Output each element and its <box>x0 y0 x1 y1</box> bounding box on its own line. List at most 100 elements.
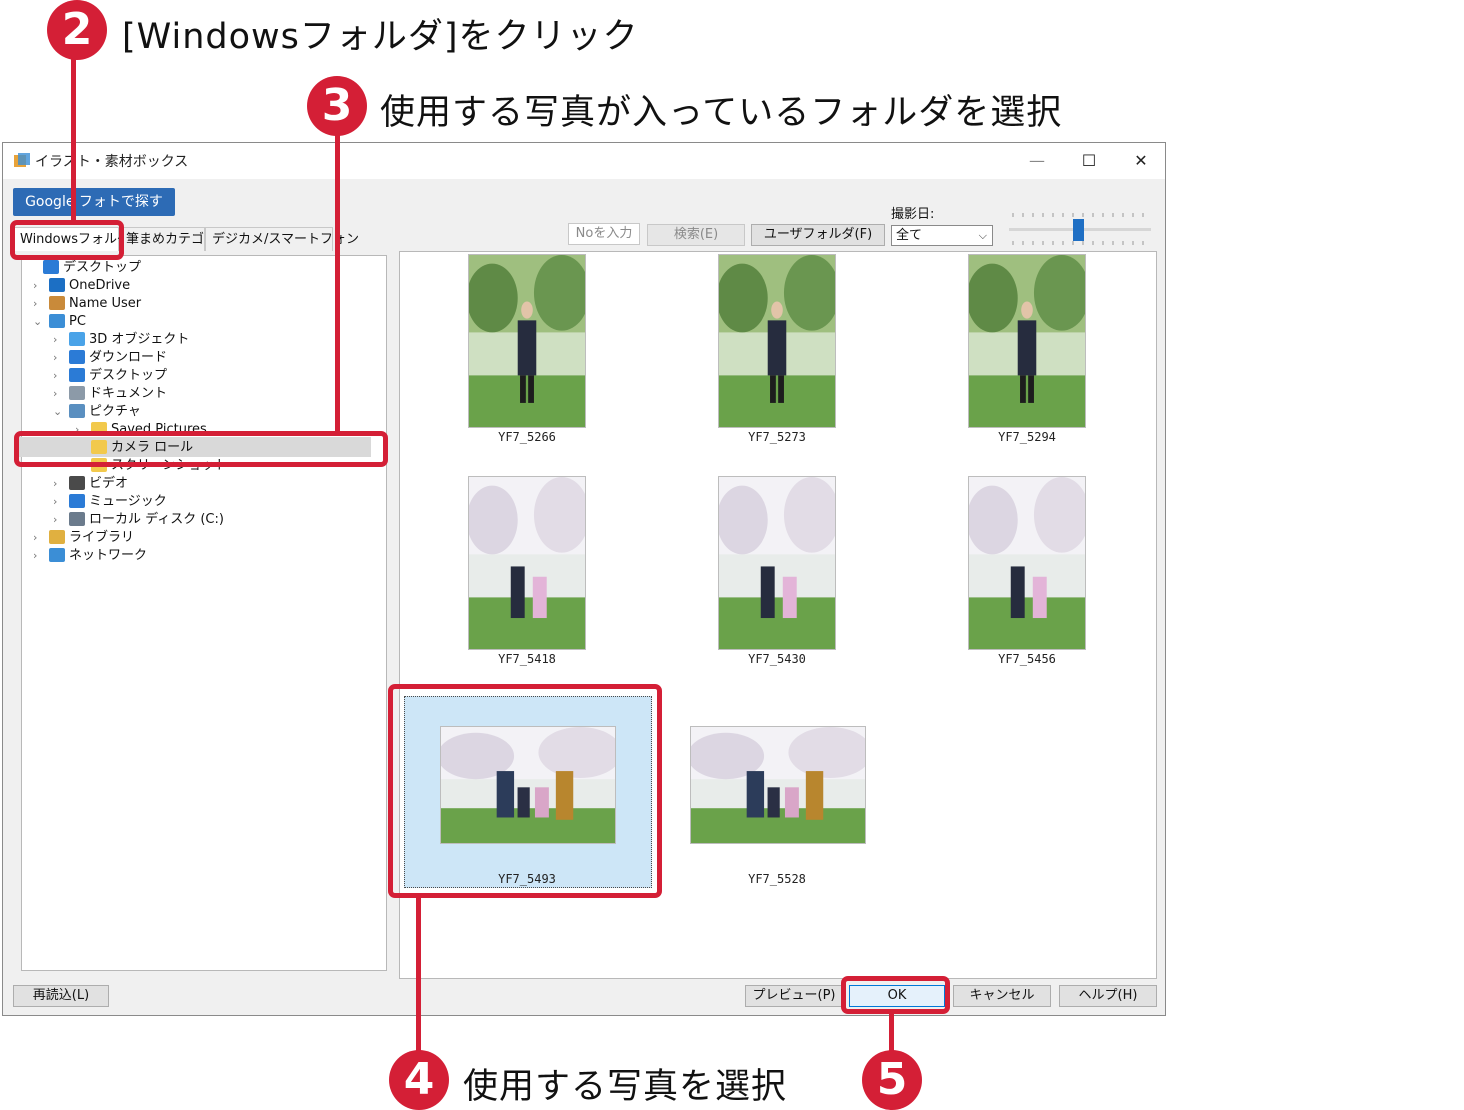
app-icon <box>14 153 30 167</box>
tree-item-label: Name User <box>69 296 142 311</box>
tree-item-label: PC <box>69 314 86 329</box>
user-icon <box>49 295 65 310</box>
step-4-leader-line <box>416 896 421 1054</box>
photo-thumbnail[interactable] <box>968 476 1086 650</box>
photo-thumbnail[interactable] <box>968 254 1086 428</box>
document-icon <box>69 385 85 400</box>
user-folder-button[interactable]: ユーザフォルダ(F) <box>751 224 885 246</box>
tree-item-label: デスクトップ <box>63 260 142 275</box>
tree-item[interactable]: › ネットワーク <box>33 547 147 565</box>
tree-item-label: ダウンロード <box>89 350 168 365</box>
tree-item[interactable]: › デスクトップ <box>53 367 167 385</box>
step-4-highlight-box <box>388 684 662 898</box>
tree-item-label: ドキュメント <box>89 386 168 401</box>
step-3-highlight-box <box>14 431 388 467</box>
chevron-right-icon[interactable]: › <box>53 385 65 403</box>
cube-icon <box>69 331 85 346</box>
tree-item-label: ピクチャ <box>89 404 141 419</box>
music-icon <box>69 493 85 508</box>
tree-item[interactable]: › ダウンロード <box>53 349 167 367</box>
photo-thumbnail[interactable] <box>690 726 866 844</box>
chevron-right-icon[interactable]: › <box>53 349 65 367</box>
shooting-date-label: 撮影日: <box>891 207 935 222</box>
desktop-icon <box>69 367 85 382</box>
pictures-icon <box>69 403 85 418</box>
cancel-button[interactable]: キャンセル <box>953 985 1051 1007</box>
chevron-right-icon[interactable]: › <box>33 295 45 313</box>
tree-item[interactable]: › ローカル ディスク (C:) <box>53 511 224 529</box>
tree-item[interactable]: › ミュージック <box>53 493 167 511</box>
step-4-text: 使用する写真を選択 <box>463 1067 788 1107</box>
library-icon <box>49 529 65 544</box>
step-3-leader-line <box>335 132 340 434</box>
tree-item-label: 3D オブジェクト <box>89 332 190 347</box>
tree-item-label: ビデオ <box>89 476 129 491</box>
disk-icon <box>69 511 85 526</box>
maximize-button[interactable]: ☐ <box>1069 147 1109 175</box>
window-title: イラスト・素材ボックス <box>35 154 189 170</box>
photo-caption: YF7_5430 <box>748 652 806 666</box>
photo-thumbnail[interactable] <box>718 254 836 428</box>
tree-item[interactable]: › ビデオ <box>53 475 128 493</box>
tree-item[interactable]: › ドキュメント <box>53 385 167 403</box>
step-2-highlight-box <box>10 220 124 260</box>
shooting-date-select[interactable]: 全て ⌵ <box>891 225 993 246</box>
chevron-down-icon[interactable]: ⌄ <box>53 403 65 421</box>
tree-item[interactable]: › OneDrive <box>33 277 130 295</box>
chevron-right-icon[interactable]: › <box>53 475 65 493</box>
chevron-right-icon[interactable]: › <box>33 277 45 295</box>
photo-caption: YF7_5294 <box>998 430 1056 444</box>
monitor-icon <box>49 313 65 328</box>
photo-thumbnail[interactable] <box>468 476 586 650</box>
tree-item[interactable]: デスクトップ <box>27 259 141 277</box>
step-2-leader-line <box>71 56 76 222</box>
chevron-right-icon[interactable]: › <box>33 529 45 547</box>
photo-caption: YF7_5266 <box>498 430 556 444</box>
search-button[interactable]: 検索(E) <box>647 224 745 246</box>
reload-button[interactable]: 再読込(L) <box>13 985 109 1007</box>
step-3-text: 使用する写真が入っているフォルダを選択 <box>380 93 1063 133</box>
title-bar: イラスト・素材ボックス — ☐ ✕ <box>3 143 1165 179</box>
chevron-down-icon[interactable]: ⌄ <box>33 313 45 331</box>
download-icon <box>69 349 85 364</box>
tree-item-label: OneDrive <box>69 278 131 293</box>
tree-item-label: ミュージック <box>89 494 167 509</box>
tree-item[interactable]: › 3D オブジェクト <box>53 331 189 349</box>
step-2-text: [Windowsフォルダ]をクリック <box>122 17 639 57</box>
tree-item-label: ネットワーク <box>69 548 148 563</box>
chevron-right-icon[interactable]: › <box>33 547 45 565</box>
step-3-badge: 3 <box>307 76 367 136</box>
tree-item-label: ローカル ディスク (C:) <box>89 512 224 527</box>
step-5-highlight-box <box>841 976 950 1014</box>
tab-fudemame-category[interactable]: 筆まめカテゴリ <box>119 227 217 251</box>
help-button[interactable]: ヘルプ(H) <box>1059 985 1157 1007</box>
tree-item[interactable]: ⌄ ピクチャ <box>53 403 141 421</box>
tab-camera-smartphone[interactable]: デジカメ/スマートフォン <box>205 227 359 251</box>
tree-item[interactable]: ⌄ PC <box>33 313 86 331</box>
chevron-right-icon[interactable]: › <box>53 493 65 511</box>
step-4-badge: 4 <box>389 1050 449 1110</box>
photo-thumbnail[interactable] <box>718 476 836 650</box>
tree-item-label: ライブラリ <box>69 530 135 545</box>
photo-caption: YF7_5418 <box>498 652 556 666</box>
step-5-badge: 5 <box>862 1050 922 1110</box>
number-input[interactable]: Noを入力 <box>568 223 640 245</box>
network-icon <box>49 547 65 562</box>
chevron-right-icon[interactable]: › <box>53 331 65 349</box>
cloud-icon <box>49 277 65 292</box>
step-5-leader-line <box>889 1012 894 1054</box>
chevron-right-icon[interactable]: › <box>53 511 65 529</box>
minimize-button[interactable]: — <box>1017 147 1057 175</box>
preview-button[interactable]: プレビュー(P) <box>745 985 843 1007</box>
desktop-icon <box>43 259 59 274</box>
close-button[interactable]: ✕ <box>1121 147 1161 175</box>
step-2-badge: 2 <box>47 0 107 60</box>
shooting-date-value: 全て <box>896 228 923 243</box>
tree-item[interactable]: › ライブラリ <box>33 529 134 547</box>
photo-thumbnail[interactable] <box>468 254 586 428</box>
photo-caption: YF7_5528 <box>748 872 806 886</box>
chevron-right-icon[interactable]: › <box>53 367 65 385</box>
thumbnail-size-slider[interactable] <box>1009 205 1151 249</box>
google-photos-button[interactable]: Google フォトで探す <box>13 188 175 216</box>
tree-item[interactable]: › Name User <box>33 295 141 313</box>
